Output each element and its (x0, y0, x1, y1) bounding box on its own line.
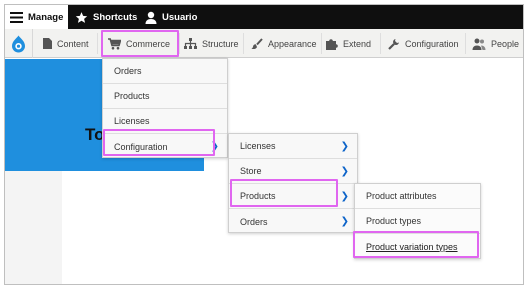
tray-item-label: Content (57, 38, 89, 49)
menu-item-configuration[interactable]: Configuration ❯ (103, 134, 227, 159)
tray-item-label: Commerce (126, 38, 171, 49)
toolbar-tray: Content Commerce Structure Appearance Ex… (5, 29, 523, 58)
divider (380, 33, 381, 54)
tray-item-label: Extend (343, 38, 372, 49)
drupal-drop-icon (11, 35, 26, 53)
submenu-item-product-attributes[interactable]: Product attributes (355, 184, 480, 209)
user-tab[interactable]: Usuario (145, 5, 197, 29)
sitemap-icon (184, 38, 197, 49)
tray-item-label: Configuration (405, 38, 459, 49)
user-icon (145, 11, 157, 24)
commerce-menu: Orders Products Licenses Configuration ❯ (102, 58, 228, 158)
paint-brush-icon (251, 37, 263, 50)
menu-item-label: Product types (366, 216, 422, 226)
menu-item-label: Products (114, 91, 150, 101)
submenu-item-orders[interactable]: Orders ❯ (229, 209, 357, 234)
divider (321, 33, 322, 54)
tray-item-structure[interactable]: Structure (184, 29, 239, 58)
menu-item-label: Configuration (114, 141, 168, 152)
cart-icon (108, 37, 121, 50)
chevron-right-icon: ❯ (210, 141, 219, 152)
submenu-item-products[interactable]: Products ❯ (229, 184, 357, 209)
menu-item-label: Orders (114, 66, 142, 76)
submenu-item-licenses[interactable]: Licenses ❯ (229, 134, 357, 159)
admin-toolbar: Manage Shortcuts Usuario (5, 5, 523, 29)
manage-tab[interactable]: Manage (5, 5, 68, 29)
chevron-right-icon: ❯ (340, 166, 349, 177)
divider (179, 33, 180, 54)
shortcuts-label: Shortcuts (93, 11, 138, 23)
submenu-item-product-variation-types[interactable]: Product variation types (355, 234, 480, 259)
menu-item-label: Store (240, 166, 262, 176)
chevron-right-icon: ❯ (340, 216, 349, 227)
manage-label: Manage (28, 11, 64, 23)
chevron-right-icon: ❯ (340, 141, 349, 152)
tray-item-extend[interactable]: Extend (326, 29, 371, 58)
divider (97, 33, 98, 54)
menu-item-label: Licenses (114, 116, 150, 126)
menu-item-products[interactable]: Products (103, 84, 227, 109)
user-label: Usuario (162, 11, 198, 23)
submenu-item-product-types[interactable]: Product types (355, 209, 480, 234)
hamburger-icon (10, 11, 23, 23)
people-icon (472, 38, 486, 50)
browser-viewport: Manage Shortcuts Usuario Content Commerc… (4, 4, 524, 285)
menu-item-label: Licenses (240, 141, 276, 151)
menu-item-licenses[interactable]: Licenses (103, 109, 227, 134)
products-submenu: Product attributes Product types Product… (354, 183, 481, 259)
tray-item-commerce[interactable]: Commerce (108, 29, 170, 58)
submenu-item-store[interactable]: Store ❯ (229, 159, 357, 184)
document-icon (43, 38, 52, 49)
tray-item-people[interactable]: People (472, 29, 519, 58)
drupal-home-link[interactable] (5, 29, 33, 58)
menu-item-orders[interactable]: Orders (103, 59, 227, 84)
chevron-right-icon: ❯ (340, 191, 349, 202)
menu-item-label: Product attributes (366, 191, 437, 201)
tray-item-label: Structure (202, 38, 239, 49)
tray-item-appearance[interactable]: Appearance (251, 29, 317, 58)
shortcuts-tab[interactable]: Shortcuts (75, 5, 137, 29)
menu-item-label: Orders (240, 216, 268, 227)
menu-item-label: Product variation types (366, 241, 458, 252)
wrench-icon (388, 38, 400, 50)
tray-item-content[interactable]: Content (43, 29, 89, 58)
configuration-submenu: Licenses ❯ Store ❯ Products ❯ Orders ❯ (228, 133, 358, 233)
tray-item-label: People (491, 38, 520, 49)
puzzle-icon (326, 38, 338, 50)
divider (243, 33, 244, 54)
tray-item-configuration[interactable]: Configuration (388, 29, 459, 58)
menu-item-label: Products (240, 191, 276, 201)
divider (465, 33, 466, 54)
star-icon (75, 11, 88, 24)
tray-item-label: Appearance (268, 38, 317, 49)
